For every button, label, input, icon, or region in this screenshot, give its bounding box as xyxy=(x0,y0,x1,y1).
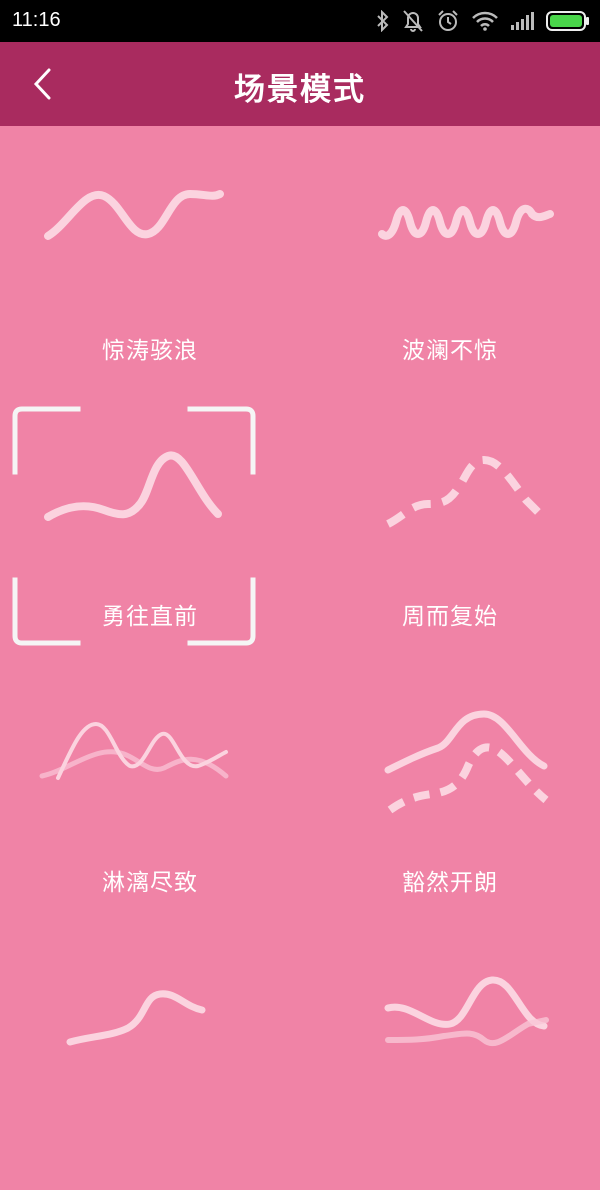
mode-label: 豁然开朗 xyxy=(402,870,498,896)
scene-mode-grid: 惊涛骇浪 波澜不惊 勇往直前 周而复始 淋漓尽致 豁然开朗 xyxy=(0,126,600,1067)
status-time: 11:16 xyxy=(12,9,61,31)
status-icons xyxy=(376,6,590,36)
wifi-icon xyxy=(472,11,498,31)
bluetooth-icon xyxy=(377,10,389,32)
mode-label: 淋漓尽致 xyxy=(102,870,198,896)
mode-label: 周而复始 xyxy=(402,604,498,630)
wave-icon xyxy=(66,990,206,1046)
mode-tile[interactable]: 淋漓尽致 xyxy=(0,658,300,924)
mode-label: 惊涛骇浪 xyxy=(102,338,198,364)
wave-icon xyxy=(384,710,549,814)
mode-tile[interactable]: 豁然开朗 xyxy=(300,658,600,924)
mode-label: 波澜不惊 xyxy=(402,338,498,364)
notifications-off-icon xyxy=(403,10,423,32)
mode-tile[interactable] xyxy=(300,924,600,1190)
mode-tile[interactable]: 惊涛骇浪 xyxy=(0,126,300,392)
wave-icon xyxy=(386,455,547,528)
mode-label: 勇往直前 xyxy=(102,604,198,630)
mode-tile[interactable]: 周而复始 xyxy=(300,392,600,658)
app-header: 场景模式 xyxy=(0,42,600,126)
signal-icon xyxy=(511,12,534,30)
wave-icon xyxy=(378,204,554,240)
wave-icon xyxy=(44,451,222,521)
wave-icon xyxy=(39,721,229,780)
mode-tile[interactable]: 勇往直前 xyxy=(0,392,300,658)
page-title: 场景模式 xyxy=(234,72,366,108)
mode-tile[interactable]: 波澜不惊 xyxy=(300,126,600,392)
wave-icon xyxy=(44,189,224,240)
wave-icon xyxy=(384,976,549,1047)
alarm-icon xyxy=(438,10,458,31)
battery-icon xyxy=(546,11,589,31)
status-bar: 11:16 xyxy=(0,0,600,42)
mode-tile[interactable] xyxy=(0,924,300,1190)
